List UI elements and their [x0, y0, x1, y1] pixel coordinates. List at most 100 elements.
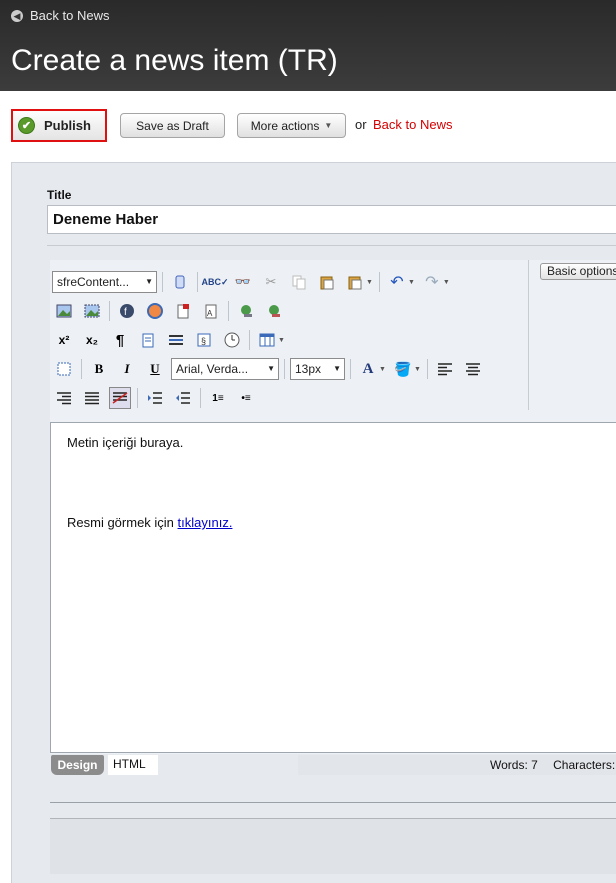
chevron-down-icon: ▼	[145, 277, 153, 286]
page-header: ◀ Back to News Create a news item (TR)	[0, 0, 616, 91]
align-center-icon[interactable]	[462, 358, 484, 380]
font-size-dropdown[interactable]: 13px ▼	[290, 358, 345, 380]
toolbar-row-2: f A	[50, 297, 288, 325]
horizontal-rule-icon[interactable]	[165, 329, 187, 351]
editor-content-area[interactable]: Metin içeriği buraya. Resmi görmek için …	[50, 422, 616, 753]
find-replace-icon[interactable]: 👓	[232, 271, 254, 293]
toolbar-row-4: B I U Arial, Verda... ▼ 13px ▼ A ▼ 🪣 ▼	[50, 355, 487, 383]
cut-icon[interactable]: ✂	[260, 271, 282, 293]
chevron-down-icon[interactable]: ▼	[414, 366, 421, 373]
title-input[interactable]	[47, 205, 616, 234]
svg-text:f: f	[124, 307, 127, 318]
superscript-icon[interactable]: x²	[53, 329, 75, 351]
chevron-down-icon: ▼	[333, 364, 341, 373]
paste-options-icon[interactable]	[344, 271, 366, 293]
content-text: Resmi görmek için	[67, 515, 178, 530]
font-size-value: 13px	[295, 362, 322, 376]
toolbar-row-3: x² x₂ ¶ § ▼	[50, 326, 288, 354]
justify-icon[interactable]	[81, 387, 103, 409]
content-link[interactable]: tıklayınız.	[178, 515, 233, 530]
toolbar-separator	[162, 272, 163, 292]
editor-mode-bar: Design HTML Words: 7 Characters: 39	[50, 753, 616, 779]
insert-table-icon[interactable]	[256, 329, 278, 351]
image-manager-icon[interactable]	[53, 300, 75, 322]
tab-design[interactable]: Design	[51, 755, 104, 775]
back-to-news-top-link[interactable]: ◀ Back to News	[11, 8, 109, 23]
rich-text-editor: sfreContent... ▼ ABC✓ 👓 ✂ ▼ ↶ ▼ ↷ ▼ f A …	[50, 260, 616, 775]
chevron-down-icon: ▼	[267, 364, 275, 373]
back-arrow-icon: ◀	[11, 9, 23, 22]
numbered-list-icon[interactable]: 1≡	[207, 387, 229, 409]
spellcheck-icon[interactable]: ABC✓	[201, 271, 228, 293]
toolbar-divider	[528, 260, 529, 410]
document-manager-icon[interactable]	[172, 300, 194, 322]
editor-toolbar: sfreContent... ▼ ABC✓ 👓 ✂ ▼ ↶ ▼ ↷ ▼ f A …	[50, 260, 530, 420]
template-manager-icon[interactable]: A	[200, 300, 222, 322]
font-name-dropdown[interactable]: Arial, Verda... ▼	[171, 358, 279, 380]
save-as-draft-button[interactable]: Save as Draft	[120, 113, 225, 138]
toolbar-separator	[200, 388, 201, 408]
italic-icon[interactable]: I	[116, 358, 138, 380]
insert-symbol-icon[interactable]: §	[193, 329, 215, 351]
form-panel: Title sfreContent... ▼ ABC✓ 👓 ✂ ▼	[11, 162, 616, 883]
publish-button[interactable]: ✔ Publish	[11, 109, 107, 142]
background-color-icon[interactable]: 🪣	[392, 358, 414, 380]
more-actions-button[interactable]: More actions ▼	[237, 113, 346, 138]
copy-icon[interactable]	[288, 271, 310, 293]
back-to-news-label: Back to News	[30, 8, 110, 23]
bold-icon[interactable]: B	[88, 358, 110, 380]
or-text: or	[355, 117, 367, 132]
toolbar-row-1: sfreContent... ▼ ABC✓ 👓 ✂ ▼ ↶ ▼ ↷ ▼	[50, 268, 453, 296]
toolbar-separator	[137, 388, 138, 408]
back-to-news-link[interactable]: Back to News	[373, 117, 452, 132]
align-left-icon[interactable]	[434, 358, 456, 380]
toolbar-separator	[249, 330, 250, 350]
content-paragraph-1: Metin içeriği buraya.	[67, 435, 184, 450]
editor-statistics: Words: 7 Characters: 39	[298, 755, 616, 775]
insert-date-time-icon[interactable]	[221, 329, 243, 351]
remove-alignment-icon[interactable]	[109, 387, 131, 409]
underline-icon[interactable]: U	[144, 358, 166, 380]
outdent-icon[interactable]	[172, 387, 194, 409]
svg-text:§: §	[201, 336, 206, 346]
divider	[47, 245, 616, 246]
svg-text:A: A	[207, 309, 213, 318]
remove-link-icon[interactable]	[263, 300, 285, 322]
toolbar-separator	[197, 272, 198, 292]
undo-icon[interactable]: ↶	[386, 271, 408, 293]
image-map-icon[interactable]	[81, 300, 103, 322]
toolbar-separator	[109, 301, 110, 321]
chevron-down-icon[interactable]: ▼	[443, 279, 450, 286]
paragraph-icon[interactable]: ¶	[109, 329, 131, 351]
hyperlink-manager-icon[interactable]	[235, 300, 257, 322]
chevron-down-icon[interactable]: ▼	[278, 337, 285, 344]
toolbar-separator	[284, 359, 285, 379]
style-dropdown[interactable]: sfreContent... ▼	[52, 271, 157, 293]
page-title: Create a news item (TR)	[11, 44, 338, 77]
basic-options-button[interactable]: Basic options	[540, 263, 616, 280]
style-dropdown-value: sfreContent...	[57, 275, 130, 289]
flash-manager-icon[interactable]: f	[116, 300, 138, 322]
checkmark-icon: ✔	[18, 117, 35, 134]
indent-icon[interactable]	[144, 387, 166, 409]
tab-html[interactable]: HTML	[108, 755, 158, 775]
content-paragraph-2: Resmi görmek için tıklayınız.	[67, 515, 601, 530]
publish-label: Publish	[44, 118, 91, 133]
paste-icon[interactable]	[316, 271, 338, 293]
chevron-down-icon: ▼	[324, 121, 333, 130]
chevron-down-icon[interactable]: ▼	[379, 366, 386, 373]
bulleted-list-icon[interactable]: •≡	[235, 387, 257, 409]
subscript-icon[interactable]: x₂	[81, 329, 103, 351]
redo-icon[interactable]: ↷	[421, 271, 443, 293]
foreground-color-icon[interactable]: A	[357, 358, 379, 380]
media-manager-icon[interactable]	[144, 300, 166, 322]
clean-formatting-icon[interactable]	[169, 271, 191, 293]
toggle-table-borders-icon[interactable]	[53, 358, 75, 380]
chevron-down-icon[interactable]: ▼	[366, 279, 373, 286]
additional-fields-section	[50, 819, 616, 874]
paste-plain-text-icon[interactable]	[137, 329, 159, 351]
word-count: Words: 7	[490, 758, 538, 772]
chevron-down-icon[interactable]: ▼	[408, 279, 415, 286]
align-right-icon[interactable]	[53, 387, 75, 409]
toolbar-separator	[81, 359, 82, 379]
